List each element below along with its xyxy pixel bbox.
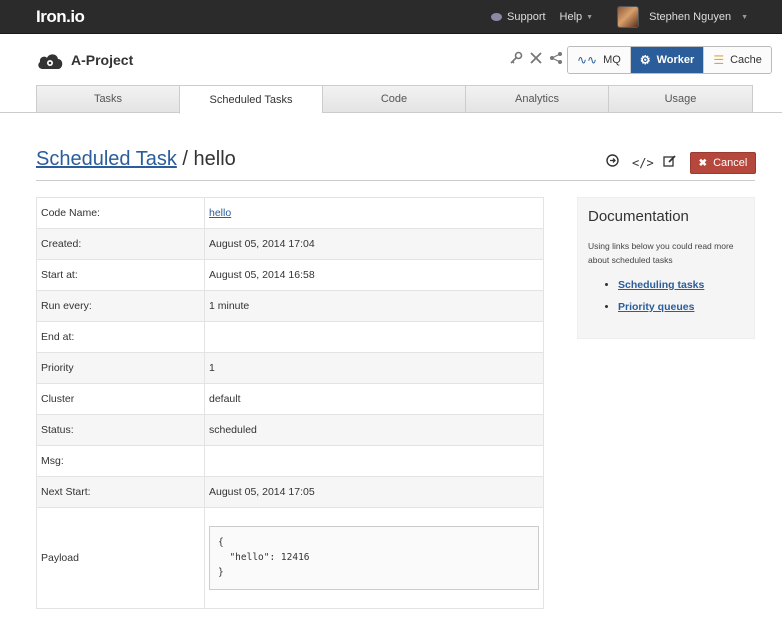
row-label: Run every: bbox=[36, 290, 205, 322]
row-value: August 05, 2014 17:04 bbox=[204, 228, 544, 260]
share-icon[interactable] bbox=[549, 51, 563, 65]
table-row: End at: bbox=[36, 321, 544, 353]
breadcrumb-separator: / bbox=[176, 148, 194, 170]
code-icon[interactable]: </> bbox=[632, 154, 654, 172]
table-row: Status: scheduled bbox=[36, 414, 544, 446]
service-label: Worker bbox=[656, 54, 695, 66]
service-label: Cache bbox=[730, 54, 762, 66]
chat-bubble-icon bbox=[491, 13, 503, 21]
service-label: MQ bbox=[603, 54, 621, 66]
tab-code[interactable]: Code bbox=[322, 85, 465, 113]
row-label: End at: bbox=[36, 321, 205, 353]
edit-icon[interactable] bbox=[661, 154, 679, 172]
page-title: Scheduled Task / hello bbox=[36, 148, 236, 171]
project-header: A-Project ∿∿ MQ ⚙ Worker ☰ Cache bbox=[0, 35, 782, 86]
play-circle-icon[interactable] bbox=[603, 154, 621, 172]
close-icon: ✖ bbox=[698, 157, 708, 169]
caret-down-icon: ▼ bbox=[586, 13, 594, 21]
mq-icon: ∿∿ bbox=[577, 53, 598, 67]
table-row: Priority 1 bbox=[36, 352, 544, 384]
scheduling-tasks-link[interactable]: Scheduling tasks bbox=[618, 279, 704, 291]
cancel-button[interactable]: ✖ Cancel bbox=[690, 152, 756, 174]
top-navbar: Iron.io Support Help ▼ Stephen Nguyen ▼ bbox=[0, 0, 782, 34]
task-name: hello bbox=[193, 148, 236, 170]
table-row: Msg: bbox=[36, 445, 544, 477]
row-value: { "hello": 12416 } bbox=[204, 507, 544, 609]
table-row: Code Name: hello bbox=[36, 197, 544, 229]
row-value: August 05, 2014 17:05 bbox=[204, 476, 544, 508]
service-switcher: ∿∿ MQ ⚙ Worker ☰ Cache bbox=[567, 46, 772, 74]
table-row: Cluster default bbox=[36, 383, 544, 415]
help-menu[interactable]: Help ▼ bbox=[560, 11, 594, 23]
row-label: Code Name: bbox=[36, 197, 205, 229]
service-cache[interactable]: ☰ Cache bbox=[704, 47, 771, 73]
title-divider bbox=[36, 180, 755, 181]
help-label: Help bbox=[559, 11, 583, 23]
list-item: Priority queues bbox=[618, 301, 744, 313]
tab-bar: Tasks Scheduled Tasks Code Analytics Usa… bbox=[0, 85, 782, 114]
row-value bbox=[204, 321, 544, 353]
row-label: Cluster bbox=[36, 383, 205, 415]
row-value: 1 minute bbox=[204, 290, 544, 322]
documentation-text: Using links below you could read more ab… bbox=[588, 241, 734, 265]
user-name: Stephen Nguyen bbox=[649, 11, 732, 23]
row-label: Msg: bbox=[36, 445, 205, 477]
tab-tasks[interactable]: Tasks bbox=[36, 85, 179, 113]
payload-code-block: { "hello": 12416 } bbox=[209, 526, 539, 590]
table-row-payload: Payload { "hello": 12416 } bbox=[36, 507, 544, 609]
task-details-table: Code Name: hello Created: August 05, 201… bbox=[36, 197, 544, 609]
support-link[interactable]: Support bbox=[491, 11, 546, 23]
breadcrumb-scheduled-task[interactable]: Scheduled Task bbox=[36, 148, 177, 170]
row-value: August 05, 2014 16:58 bbox=[204, 259, 544, 291]
cloud-gear-icon bbox=[38, 54, 63, 69]
row-value: hello bbox=[204, 197, 544, 229]
ironio-logo[interactable]: Iron.io bbox=[36, 7, 85, 27]
service-worker[interactable]: ⚙ Worker bbox=[630, 47, 705, 73]
tab-analytics[interactable]: Analytics bbox=[465, 85, 608, 113]
avatar bbox=[617, 6, 640, 28]
table-row: Run every: 1 minute bbox=[36, 290, 544, 322]
table-row: Next Start: August 05, 2014 17:05 bbox=[36, 476, 544, 508]
row-label: Start at: bbox=[36, 259, 205, 291]
list-item: Scheduling tasks bbox=[618, 279, 744, 291]
documentation-title: Documentation bbox=[588, 208, 689, 225]
task-actions: </> ✖ Cancel bbox=[603, 152, 756, 174]
row-label: Next Start: bbox=[36, 476, 205, 508]
key-icon[interactable] bbox=[509, 51, 523, 65]
cache-icon: ☰ bbox=[713, 53, 725, 67]
row-label: Created: bbox=[36, 228, 205, 260]
table-row: Start at: August 05, 2014 16:58 bbox=[36, 259, 544, 291]
documentation-panel: Documentation Using links below you coul… bbox=[577, 197, 755, 339]
row-label: Payload bbox=[36, 507, 205, 609]
service-mq[interactable]: ∿∿ MQ bbox=[568, 47, 631, 73]
table-row: Created: August 05, 2014 17:04 bbox=[36, 228, 544, 260]
user-menu[interactable]: Stephen Nguyen ▼ bbox=[617, 6, 748, 28]
priority-queues-link[interactable]: Priority queues bbox=[618, 301, 694, 313]
row-value: default bbox=[204, 383, 544, 415]
code-name-link[interactable]: hello bbox=[209, 207, 231, 219]
top-nav: Support Help ▼ Stephen Nguyen ▼ bbox=[477, 0, 748, 34]
documentation-links: Scheduling tasks Priority queues bbox=[588, 279, 744, 313]
row-value bbox=[204, 445, 544, 477]
tab-usage[interactable]: Usage bbox=[608, 85, 753, 113]
gear-icon: ⚙ bbox=[639, 53, 651, 67]
row-label: Priority bbox=[36, 352, 205, 384]
row-value: scheduled bbox=[204, 414, 544, 446]
row-label: Status: bbox=[36, 414, 205, 446]
project-name: A-Project bbox=[71, 52, 134, 68]
tab-scheduled-tasks[interactable]: Scheduled Tasks bbox=[179, 85, 322, 114]
row-value: 1 bbox=[204, 352, 544, 384]
caret-down-icon: ▼ bbox=[741, 13, 748, 21]
wrench-icon[interactable] bbox=[529, 51, 543, 65]
project-tools bbox=[509, 51, 563, 65]
support-label: Support bbox=[507, 11, 546, 23]
cancel-label: Cancel bbox=[713, 157, 748, 169]
